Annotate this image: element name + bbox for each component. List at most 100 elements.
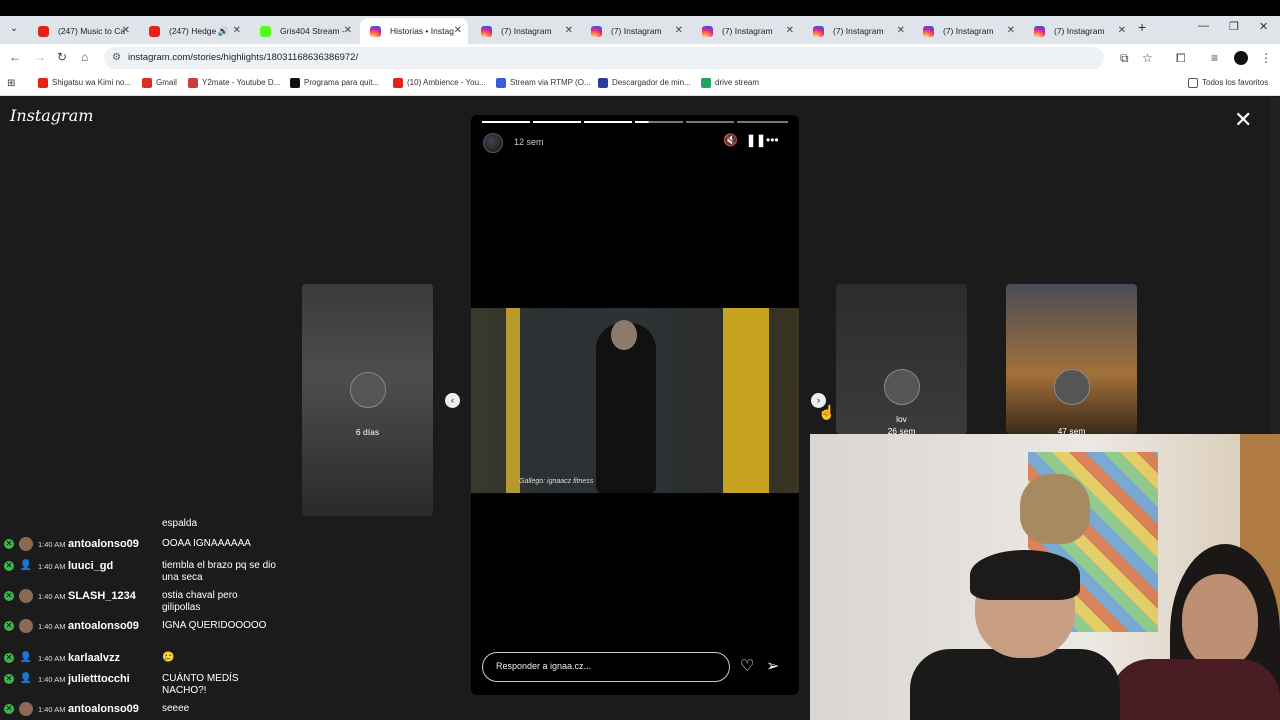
all-bookmarks-label: Todos los favoritos (1202, 78, 1269, 87)
tab-close-icon[interactable]: ✕ (1118, 18, 1126, 44)
tab-close-icon[interactable]: ✕ (675, 18, 683, 44)
browser-tab[interactable]: (7) Instagram ✕ (913, 18, 1021, 44)
story-progress-segment (737, 121, 788, 123)
reply-input[interactable]: Responder a ignaa.cz... (482, 652, 730, 682)
cat-filter (1020, 474, 1090, 544)
user-icon: 👤 (19, 560, 33, 571)
mute-icon[interactable]: 🔇 (723, 133, 738, 147)
browser-tab[interactable]: (7) Instagram ✕ (471, 18, 579, 44)
instagram-logo[interactable]: Instagram (10, 106, 93, 125)
story-progress-segment-current (635, 121, 683, 123)
browser-tab[interactable]: (7) Instagram ✕ (692, 18, 800, 44)
chat-username[interactable]: antoalonso09 (68, 538, 139, 550)
bookmark-item[interactable]: Gmail (142, 78, 177, 88)
close-story-button[interactable]: ✕ (1234, 108, 1252, 132)
bookmark-item[interactable]: (10) Ambience - You... (393, 78, 486, 88)
bookmark-item[interactable]: Shigatsu wa Kimi no... (38, 78, 131, 88)
browser-tab[interactable]: (7) Instagram ✕ (803, 18, 911, 44)
restore-icon[interactable]: ❐ (1229, 20, 1239, 33)
story-viewer[interactable]: 12 sem 🔇 ❚❚ ••• Gallego: ignaacz fitness… (471, 115, 799, 695)
story-progress-segment (533, 121, 581, 123)
tab-close-icon[interactable]: ✕ (344, 18, 352, 44)
story-progress-segment (686, 121, 734, 123)
chat-badge-icon: ✕ (4, 704, 14, 714)
forward-icon[interactable]: → (34, 50, 46, 64)
next-story-preview-2[interactable]: 47 sem (1006, 284, 1137, 434)
chat-text: OOAA IGNAAAAAA (162, 538, 251, 549)
address-bar[interactable]: ⚙ instagram.com/stories/highlights/18031… (104, 47, 1104, 69)
tab-title: Gris404 Stream - (280, 26, 345, 36)
browser-tab[interactable]: Gris404 Stream - ✕ (250, 18, 358, 44)
instagram-icon (923, 26, 934, 37)
tab-close-icon[interactable]: ✕ (233, 18, 241, 44)
story-user-avatar[interactable] (483, 133, 503, 153)
more-options-icon[interactable]: ••• (766, 133, 779, 147)
chat-username[interactable]: karlaalvzz (68, 652, 120, 664)
tab-close-icon[interactable]: ✕ (565, 18, 573, 44)
user-icon: 👤 (19, 652, 33, 663)
story-progress-segment (482, 121, 530, 123)
extensions-icon[interactable]: ⧠ (1176, 51, 1186, 66)
hand-cursor-icon: ☝ (818, 404, 836, 420)
like-heart-icon[interactable]: ♡ (740, 656, 754, 676)
browser-tab[interactable]: (247) Music to Ca ✕ (28, 18, 136, 44)
streamer-2-body (1110, 659, 1280, 720)
browser-tab[interactable]: (7) Instagram ✕ (1024, 18, 1132, 44)
tab-close-icon[interactable]: ✕ (897, 18, 905, 44)
chat-username[interactable]: luuci_gd (68, 560, 113, 572)
profile-avatar[interactable] (1234, 51, 1248, 65)
story-username: lov (896, 414, 907, 424)
chat-time: 1:40 AM (38, 562, 66, 571)
story-avatar (1054, 369, 1090, 405)
apps-grid-icon[interactable]: ⊞ (7, 78, 15, 89)
top-strip (0, 0, 1280, 16)
reply-placeholder: Responder a ignaa.cz... (496, 661, 592, 671)
chat-badge-icon: ✕ (4, 539, 14, 549)
minimize-icon[interactable]: — (1198, 20, 1209, 32)
chat-username[interactable]: antoalonso09 (68, 620, 139, 632)
reload-icon[interactable]: ↻ (57, 50, 67, 64)
home-icon[interactable]: ⌂ (81, 50, 88, 64)
previous-story-preview[interactable]: 6 días (302, 284, 433, 516)
browser-tab[interactable]: (7) Instagram ✕ (581, 18, 689, 44)
bookmark-favicon (701, 78, 711, 88)
folder-icon (1188, 78, 1198, 88)
streamer-2-face (1182, 574, 1258, 669)
chat-username[interactable]: SLASH_1234 (68, 590, 136, 602)
install-app-icon[interactable]: ⧉ (1120, 51, 1129, 66)
bookmark-item[interactable]: Programa para quit... (290, 78, 379, 88)
bookmark-item[interactable]: Stream via RTMP (O... (496, 78, 591, 88)
bookmark-item[interactable]: Descargador de min... (598, 78, 691, 88)
tab-close-icon[interactable]: ✕ (1007, 18, 1015, 44)
media-control-icon[interactable]: ≡ (1211, 51, 1218, 65)
site-info-icon[interactable]: ⚙ (112, 52, 121, 63)
tab-close-icon[interactable]: ✕ (786, 18, 794, 44)
bookmark-star-icon[interactable]: ☆ (1142, 51, 1153, 65)
send-icon[interactable]: ➢ (766, 656, 779, 676)
bookmarks-bar: ⊞ Todos los favoritos Shigatsu wa Kimi n… (0, 72, 1280, 96)
bookmark-item[interactable]: Y2mate - Youtube D... (188, 78, 281, 88)
bookmark-item[interactable]: drive stream (701, 78, 759, 88)
back-icon[interactable]: ← (9, 50, 21, 64)
bookmark-label: Y2mate - Youtube D... (202, 78, 281, 87)
browser-tab[interactable]: (247) Hedge 🔊 ✕ (139, 18, 247, 44)
chat-avatar (19, 589, 33, 603)
tab-title: (7) Instagram (833, 26, 884, 36)
next-story-preview[interactable]: lov 26 sem (836, 284, 967, 434)
new-tab-button[interactable]: + (1138, 19, 1146, 35)
chat-time: 1:40 AM (38, 675, 66, 684)
prev-story-arrow[interactable]: ‹ (445, 393, 460, 408)
chat-username[interactable]: antoalonso09 (68, 703, 139, 715)
all-bookmarks[interactable]: Todos los favoritos (1188, 78, 1269, 88)
tab-audio-icon[interactable]: 🔊 (218, 18, 229, 44)
url-text: instagram.com/stories/highlights/1803116… (128, 52, 359, 63)
tab-close-icon[interactable]: ✕ (454, 18, 462, 44)
tab-search-icon[interactable]: ⌄ (6, 21, 22, 37)
menu-icon[interactable]: ⋮ (1260, 51, 1272, 65)
pause-icon[interactable]: ❚❚ (746, 133, 766, 147)
tab-title: (7) Instagram (943, 26, 994, 36)
close-window-icon[interactable]: ✕ (1259, 20, 1268, 33)
chat-username[interactable]: julietttocchi (68, 673, 130, 685)
browser-tab[interactable]: Historias • Instag ✕ (360, 18, 468, 44)
tab-close-icon[interactable]: ✕ (122, 18, 130, 44)
